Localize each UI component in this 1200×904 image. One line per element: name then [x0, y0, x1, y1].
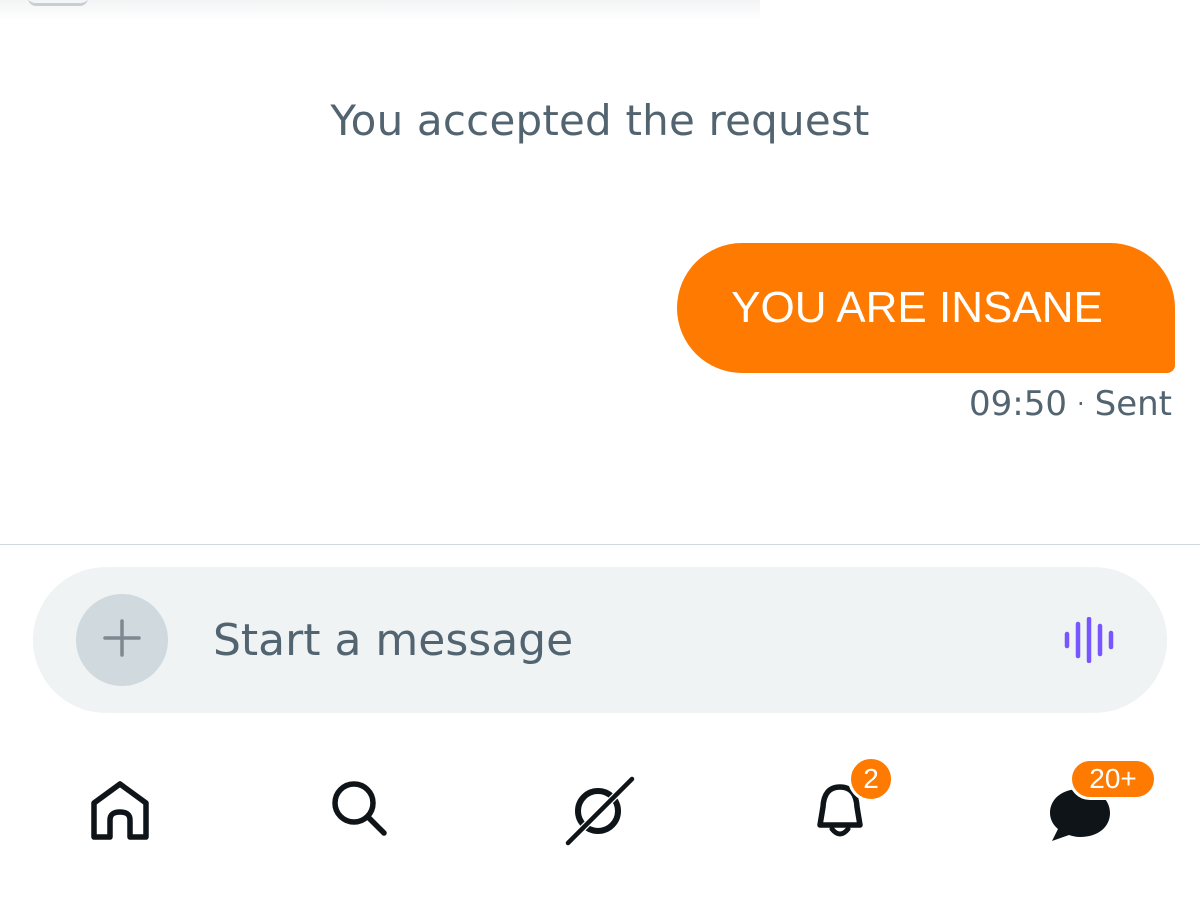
message-input[interactable]	[213, 610, 993, 670]
request-accepted-note: You accepted the request	[330, 96, 870, 145]
tab-notifications[interactable]: 2	[800, 756, 894, 847]
bottom-tab-bar: 2 20+	[0, 755, 1200, 865]
plus-icon	[102, 618, 142, 662]
message-time: 09:50	[968, 384, 1067, 424]
dm-conversation-screen: You accepted the request YOU ARE INSANE …	[0, 0, 1200, 904]
message-status: Sent	[1094, 384, 1172, 424]
separator-dot: ·	[1076, 390, 1085, 418]
sent-message-bubble[interactable]: YOU ARE INSANE	[677, 243, 1175, 373]
cut-off-element	[28, 0, 88, 6]
previous-content-fade	[0, 0, 760, 20]
voice-waveform-icon	[1061, 616, 1121, 667]
tab-messages[interactable]: 20+	[1040, 758, 1157, 847]
notifications-count-badge: 2	[848, 756, 894, 802]
composer-divider	[0, 544, 1200, 545]
voice-message-button[interactable]	[1061, 616, 1121, 664]
add-attachment-button[interactable]	[76, 594, 168, 686]
message-composer	[33, 567, 1167, 713]
tab-grok[interactable]	[560, 767, 640, 847]
message-meta: 09:50 · Sent	[969, 384, 1172, 424]
tab-home[interactable]	[80, 767, 160, 847]
tab-search[interactable]	[320, 767, 400, 847]
messages-count-badge: 20+	[1069, 758, 1157, 800]
message-text: YOU ARE INSANE	[731, 283, 1103, 332]
